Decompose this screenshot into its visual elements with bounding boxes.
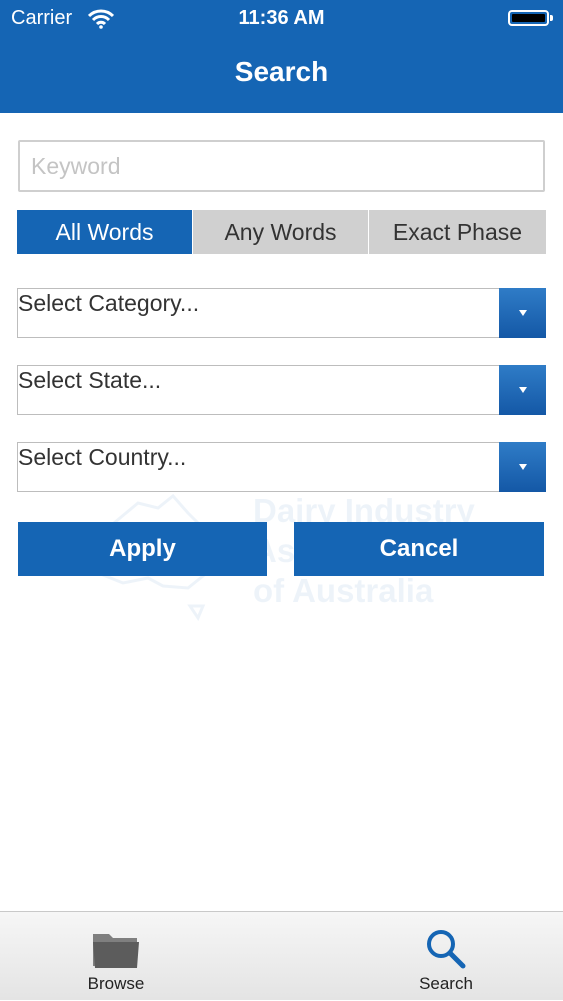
segment-exact-phase[interactable]: Exact Phase — [369, 210, 546, 254]
keyword-input[interactable] — [18, 140, 545, 192]
page-title: Search — [234, 56, 329, 87]
chevron-down-icon[interactable] — [499, 288, 546, 338]
category-select-label: Select Category... — [18, 290, 200, 316]
watermark-line-3: of Australia — [253, 572, 434, 609]
tab-bar: Browse Search — [0, 911, 563, 1000]
state-select-label: Select State... — [18, 367, 162, 393]
apply-button-label: Apply — [109, 535, 176, 562]
tab-browse-label: Browse — [87, 974, 145, 993]
segment-all-words-label: All Words — [55, 218, 154, 245]
tab-search[interactable]: Search — [376, 912, 516, 1001]
segment-all-words[interactable]: All Words — [17, 210, 192, 254]
chevron-down-icon[interactable] — [499, 365, 546, 415]
cancel-button[interactable]: Cancel — [294, 522, 544, 576]
status-bar: Carrier 11:36 AM — [0, 0, 563, 38]
cancel-button-label: Cancel — [379, 535, 459, 562]
battery-icon — [508, 10, 553, 26]
search-icon — [376, 928, 516, 970]
segment-any-words-label: Any Words — [224, 218, 337, 245]
apply-button[interactable]: Apply — [18, 522, 267, 576]
header: Carrier 11:36 AM Search — [0, 0, 563, 113]
segment-exact-phase-label: Exact Phase — [392, 218, 523, 245]
tab-search-label: Search — [419, 974, 473, 993]
segment-any-words[interactable]: Any Words — [193, 210, 368, 254]
country-select[interactable]: Select Country... — [17, 442, 546, 492]
category-select[interactable]: Select Category... — [17, 288, 546, 338]
state-select[interactable]: Select State... — [17, 365, 546, 415]
tab-browse[interactable]: Browse — [46, 912, 186, 1001]
chevron-down-icon[interactable] — [499, 442, 546, 492]
folder-icon — [46, 928, 186, 970]
country-select-label: Select Country... — [18, 444, 187, 470]
status-time: 11:36 AM — [238, 7, 325, 29]
